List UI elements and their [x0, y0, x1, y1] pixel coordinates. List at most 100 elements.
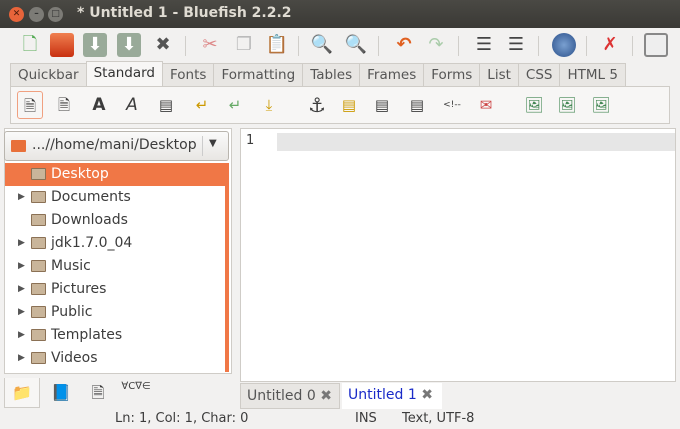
- doc-tab-untitled-1[interactable]: Untitled 1 ✖: [342, 383, 442, 409]
- expander-arrow-icon[interactable]: ▶: [18, 324, 25, 347]
- tab-list[interactable]: List: [479, 63, 519, 87]
- tab-formatting[interactable]: Formatting: [213, 63, 304, 87]
- thumbnail-icon[interactable]: 🖼: [554, 91, 580, 119]
- bold-icon[interactable]: A: [86, 91, 112, 119]
- comment-icon[interactable]: <!--: [439, 91, 465, 119]
- expander-arrow-icon[interactable]: ▶: [18, 232, 25, 255]
- current-line-highlight: [277, 133, 675, 151]
- status-bar: Ln: 1, Col: 1, Char: 0 INS Text, UTF-8: [0, 409, 680, 429]
- center-icon[interactable]: ▤: [369, 91, 395, 119]
- close-tab-icon[interactable]: ✖: [421, 387, 433, 403]
- doc-tab-untitled-0[interactable]: Untitled 0 ✖: [240, 383, 340, 409]
- save-icon[interactable]: ⬇: [83, 33, 107, 57]
- tree-item[interactable]: ▶ Music: [5, 255, 227, 278]
- folder-icon: [31, 352, 46, 364]
- folder-icon: [31, 283, 46, 295]
- close-window-button[interactable]: ✕: [9, 7, 24, 22]
- charmap-tab-icon[interactable]: ∀C∇∈: [118, 378, 154, 408]
- minimize-button[interactable]: –: [29, 7, 44, 22]
- unindent-icon[interactable]: ☰: [472, 33, 496, 57]
- folder-icon: [11, 140, 26, 152]
- fullscreen-icon[interactable]: [644, 33, 668, 57]
- folder-icon: [31, 237, 46, 249]
- insert-mode: INS: [355, 411, 377, 426]
- tab-fonts[interactable]: Fonts: [162, 63, 215, 87]
- encoding: Text, UTF-8: [402, 411, 475, 426]
- body-icon[interactable]: 🗎: [51, 91, 77, 119]
- folder-icon: [31, 260, 46, 272]
- tree-item[interactable]: Desktop: [5, 163, 227, 186]
- tab-css[interactable]: CSS: [517, 63, 561, 87]
- cut-icon[interactable]: ✂: [198, 33, 222, 57]
- italic-icon[interactable]: A: [119, 91, 145, 119]
- rule-icon[interactable]: ▤: [336, 91, 362, 119]
- tree-item-label: Pictures: [51, 281, 107, 297]
- break-icon[interactable]: ↵: [189, 91, 215, 119]
- tab-quickbar[interactable]: Quickbar: [10, 63, 87, 87]
- main-toolbar: 🗋 ⬇ ⬇ ✖ ✂ ❐ 📋 🔍 🔍 ↶ ↷ ☰ ☰ ✗: [0, 28, 680, 62]
- close-tab-icon[interactable]: ✖: [320, 388, 332, 404]
- tree-item[interactable]: ▶ Videos: [5, 347, 227, 370]
- find-icon[interactable]: 🔍: [310, 33, 334, 57]
- preferences-icon[interactable]: ✗: [598, 33, 622, 57]
- break-clear-icon[interactable]: ↵: [222, 91, 248, 119]
- tree-item[interactable]: ▶ Templates: [5, 324, 227, 347]
- expander-arrow-icon[interactable]: ▶: [18, 347, 25, 370]
- undo-icon[interactable]: ↶: [392, 33, 416, 57]
- filebrowser-tab-icon[interactable]: 📁: [4, 378, 40, 408]
- close-icon[interactable]: ✖: [151, 33, 175, 57]
- window-title: * Untitled 1 - Bluefish 2.2.2: [77, 5, 292, 21]
- tab-forms[interactable]: Forms: [423, 63, 481, 87]
- email-icon[interactable]: ✉: [473, 91, 499, 119]
- new-file-icon[interactable]: 🗋: [18, 33, 42, 57]
- multi-thumbnail-icon[interactable]: 🖼: [588, 91, 614, 119]
- copy-icon[interactable]: ❐: [232, 33, 256, 57]
- folder-icon: [31, 168, 46, 180]
- tree-item[interactable]: ▶ Public: [5, 301, 227, 324]
- editor-area[interactable]: 1: [240, 128, 676, 382]
- line-number: 1: [246, 133, 255, 148]
- tree-item-label: Music: [51, 258, 91, 274]
- standard-toolbar: 🗎 🗎 A A ▤ ↵ ↵ ⤓ ⚓ ▤ ▤ ▤ <!-- ✉ 🖼 🖼 🖼: [10, 86, 670, 124]
- tree-item[interactable]: Downloads: [5, 209, 227, 232]
- indent-icon[interactable]: ☰: [504, 33, 528, 57]
- tab-html5[interactable]: HTML 5: [559, 63, 626, 87]
- tree-item[interactable]: ▶ Documents: [5, 186, 227, 209]
- tree-item-label: jdk1.7.0_04: [51, 235, 133, 251]
- folder-icon: [31, 329, 46, 341]
- tree-item[interactable]: ▶ Pictures: [5, 278, 227, 301]
- expander-arrow-icon[interactable]: ▶: [18, 301, 25, 324]
- expander-arrow-icon[interactable]: ▶: [18, 255, 25, 278]
- folder-icon: [31, 306, 46, 318]
- path-combobox[interactable]: ...//home/mani/Desktop ▼: [4, 131, 229, 161]
- right-align-icon[interactable]: ▤: [404, 91, 430, 119]
- cursor-position: Ln: 1, Col: 1, Char: 0: [115, 411, 249, 426]
- browser-preview-icon[interactable]: [552, 33, 576, 57]
- folder-icon: [31, 191, 46, 203]
- tab-standard[interactable]: Standard: [85, 61, 163, 87]
- tab-tables[interactable]: Tables: [302, 63, 361, 87]
- insert-image-icon[interactable]: 🖼: [521, 91, 547, 119]
- folder-icon: [31, 214, 46, 226]
- expander-arrow-icon[interactable]: ▶: [18, 278, 25, 301]
- paragraph-icon[interactable]: ▤: [153, 91, 179, 119]
- path-value: ...//home/mani/Desktop: [32, 137, 197, 153]
- nbsp-icon[interactable]: ⤓: [256, 91, 282, 119]
- quickstart-icon[interactable]: 🗎: [17, 91, 43, 119]
- maximize-button[interactable]: □: [48, 7, 63, 22]
- snippets-tab-icon[interactable]: 🗎: [80, 378, 116, 408]
- anchor-icon[interactable]: ⚓: [304, 91, 330, 119]
- tab-frames[interactable]: Frames: [359, 63, 425, 87]
- save-as-icon[interactable]: ⬇: [117, 33, 141, 57]
- find-replace-icon[interactable]: 🔍: [344, 33, 368, 57]
- open-file-icon[interactable]: [50, 33, 74, 57]
- tree-item-label: Desktop: [51, 166, 109, 182]
- tree-scrollbar[interactable]: [225, 163, 229, 372]
- tree-item-label: Public: [51, 304, 93, 320]
- bookmarks-tab-icon[interactable]: 📘: [43, 378, 79, 408]
- expander-arrow-icon[interactable]: ▶: [18, 186, 25, 209]
- redo-icon[interactable]: ↷: [424, 33, 448, 57]
- tree-item-label: Downloads: [51, 212, 128, 228]
- tree-item[interactable]: ▶ jdk1.7.0_04: [5, 232, 227, 255]
- paste-icon[interactable]: 📋: [265, 33, 289, 57]
